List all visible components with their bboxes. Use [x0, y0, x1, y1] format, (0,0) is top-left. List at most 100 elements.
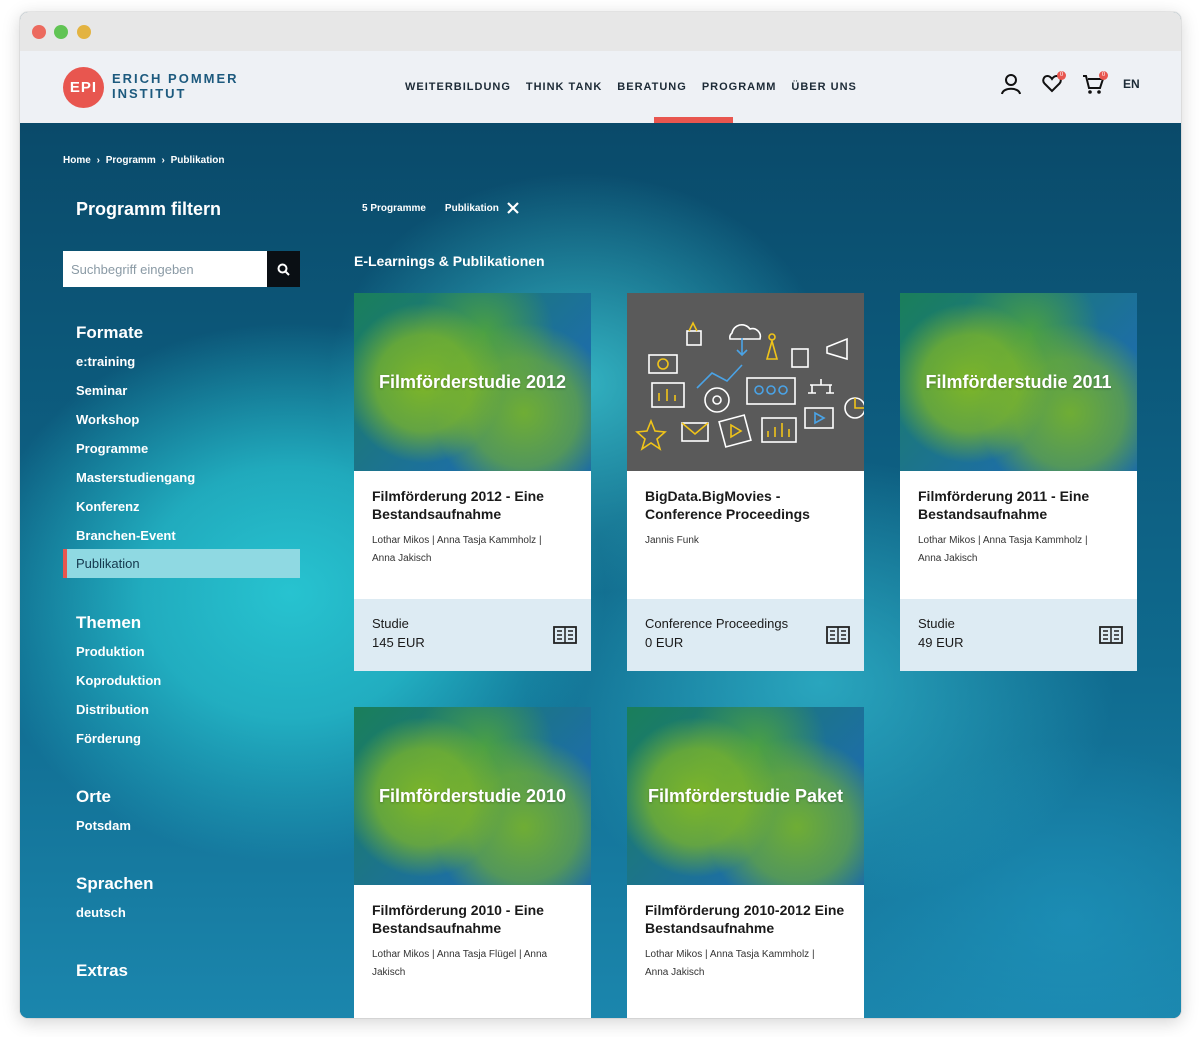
- card-title[interactable]: Filmförderung 2011 - Eine Bestandsaufnahm…: [918, 487, 1119, 523]
- minimize-window-button[interactable]: [77, 25, 91, 39]
- section-title: E-Learnings & Publikationen: [354, 253, 545, 269]
- card-title-line: Filmförderung 2011 - Eine: [918, 488, 1090, 504]
- product-card[interactable]: Filmförderstudie 2012 Filmförderung 2012…: [354, 293, 591, 671]
- card-body: Filmförderung 2011 - Eine Bestandsaufnahm…: [900, 471, 1137, 599]
- card-image[interactable]: [627, 293, 864, 471]
- filter-koproduktion[interactable]: Koproduktion: [76, 673, 161, 688]
- filter-deutsch[interactable]: deutsch: [76, 905, 126, 920]
- card-image[interactable]: Filmförderstudie Paket: [627, 707, 864, 885]
- card-image-title: Filmförderstudie 2011: [925, 371, 1112, 392]
- card-title[interactable]: Filmförderung 2012 - Eine Bestandsaufnahm…: [372, 487, 573, 523]
- logo-line1: ERICH POMMER: [112, 71, 239, 86]
- card-authors-line: Lothar Mikos | Anna Tasja Kammholz |: [918, 535, 1088, 546]
- filter-foerderung[interactable]: Förderung: [76, 731, 141, 746]
- card-authors-line: Lothar Mikos | Anna Tasja Kammholz |: [645, 949, 815, 960]
- card-authors-line: Jakisch: [372, 967, 406, 978]
- filter-potsdam[interactable]: Potsdam: [76, 818, 131, 833]
- card-footer: Studie 145 EUR: [354, 599, 591, 671]
- sprachen-title: Sprachen: [76, 874, 154, 893]
- filter-produktion[interactable]: Produktion: [76, 644, 145, 659]
- card-image[interactable]: Filmförderstudie 2011: [900, 293, 1137, 471]
- search-icon: [277, 263, 290, 276]
- filter-branchen-event[interactable]: Branchen-Event: [76, 528, 176, 543]
- filter-programme[interactable]: Programme: [76, 441, 148, 456]
- card-title-line: Filmförderung 2012 - Eine: [372, 488, 544, 504]
- themen-title: Themen: [76, 613, 142, 632]
- card-image[interactable]: Filmförderstudie 2010: [354, 707, 591, 885]
- filter-distribution[interactable]: Distribution: [76, 702, 149, 717]
- card-authors: Lothar Mikos | Anna Tasja Kammholz | Anna…: [372, 532, 573, 568]
- card-authors-line: Lothar Mikos | Anna Tasja Kammholz |: [372, 535, 542, 546]
- card-body: Filmförderung 2010 - Eine Bestandsaufnahm…: [354, 885, 591, 1013]
- filter-workshop[interactable]: Workshop: [76, 412, 139, 427]
- card-image[interactable]: Filmförderstudie 2012: [354, 293, 591, 471]
- search-button[interactable]: [267, 251, 300, 287]
- card-title[interactable]: BigData.BigMovies - Conference Proceeding…: [645, 487, 846, 523]
- card-title-line: Conference Proceedings: [645, 506, 810, 522]
- card-title-line: Bestandsaufnahme: [372, 920, 502, 936]
- nav-beratung[interactable]: BERATUNG: [617, 81, 687, 93]
- card-body: Filmförderung 2012 - Eine Bestandsaufnahm…: [354, 471, 591, 599]
- filter-publikation[interactable]: Publikation: [63, 549, 300, 578]
- filter-e-training[interactable]: e:training: [76, 354, 135, 369]
- result-count: 5 Programme: [362, 202, 426, 214]
- product-card[interactable]: BigData.BigMovies - Conference Proceeding…: [627, 293, 864, 671]
- browser-window: EPI ERICH POMMER INSTITUT WEITERBILDUNG …: [20, 12, 1181, 1018]
- book-icon: [553, 626, 577, 644]
- orte-title: Orte: [76, 787, 111, 806]
- filter-seminar[interactable]: Seminar: [76, 383, 127, 398]
- nav-ueber-uns[interactable]: ÜBER UNS: [791, 81, 856, 93]
- card-type: Conference Proceedings: [645, 616, 789, 631]
- card-image-title: Filmförderstudie 2010: [378, 785, 567, 806]
- main-nav: WEITERBILDUNG THINK TANK BERATUNG PROGRA…: [405, 81, 872, 93]
- nav-weiterbildung[interactable]: WEITERBILDUNG: [405, 81, 511, 93]
- card-authors: Jannis Funk: [645, 532, 846, 550]
- filter-masterstudiengang[interactable]: Masterstudiengang: [76, 470, 195, 485]
- card-authors: Lothar Mikos | Anna Tasja Kammholz | Anna…: [645, 946, 846, 982]
- breadcrumb-separator: ›: [96, 155, 100, 166]
- card-price: 49 EUR: [918, 635, 964, 650]
- zoom-window-button[interactable]: [54, 25, 68, 39]
- product-card[interactable]: Filmförderstudie 2010 Filmförderung 2010…: [354, 707, 591, 1018]
- breadcrumb: Home › Programm › Publikation: [63, 155, 228, 166]
- nav-programm[interactable]: PROGRAMM: [702, 81, 777, 93]
- close-window-button[interactable]: [32, 25, 46, 39]
- card-authors-line: Anna Jakisch: [372, 553, 432, 564]
- card-price: 0 EUR: [645, 635, 684, 650]
- card-authors: Lothar Mikos | Anna Tasja Kammholz | Anna…: [918, 532, 1119, 568]
- user-icon[interactable]: [1001, 73, 1021, 100]
- wishlist-badge: 0: [1057, 71, 1066, 80]
- card-title[interactable]: Filmförderung 2010-2012 Eine Bestandsaufn…: [645, 901, 846, 937]
- card-type: Studie: [918, 616, 955, 631]
- card-title-line: Bestandsaufnahme: [918, 506, 1048, 522]
- filter-konferenz[interactable]: Konferenz: [76, 499, 140, 514]
- active-filters: 5 Programme Publikation: [362, 202, 519, 214]
- card-title[interactable]: Filmförderung 2010 - Eine Bestandsaufnahm…: [372, 901, 573, 937]
- active-filter-chip: Publikation: [444, 202, 499, 214]
- language-switch[interactable]: EN: [1123, 77, 1140, 91]
- remove-filter-icon[interactable]: [507, 202, 519, 214]
- filter-title: Programm filtern: [76, 199, 222, 219]
- product-card[interactable]: Filmförderstudie Paket Filmförderung 201…: [627, 707, 864, 1018]
- search-input[interactable]: [63, 251, 275, 287]
- card-authors-line: Anna Jakisch: [918, 553, 978, 564]
- breadcrumb-programm[interactable]: Programm: [106, 155, 156, 166]
- card-authors: Lothar Mikos | Anna Tasja Flügel | Anna J…: [372, 946, 573, 982]
- site-header: EPI ERICH POMMER INSTITUT WEITERBILDUNG …: [20, 51, 1181, 123]
- logo-line2: INSTITUT: [112, 86, 187, 101]
- extras-title[interactable]: Extras: [76, 961, 128, 981]
- cart-icon[interactable]: 0: [1082, 71, 1108, 100]
- card-title-line: Bestandsaufnahme: [372, 506, 502, 522]
- card-title-line: Filmförderung 2010-2012 Eine: [645, 902, 845, 918]
- wishlist-icon[interactable]: 0: [1042, 71, 1066, 98]
- card-title-line: Bestandsaufnahme: [645, 920, 775, 936]
- card-title-line: Filmförderung 2010 - Eine: [372, 902, 544, 918]
- breadcrumb-publikation: Publikation: [170, 155, 225, 166]
- logo-mark[interactable]: EPI: [63, 67, 104, 108]
- card-authors-line: Lothar Mikos | Anna Tasja Flügel | Anna: [372, 949, 548, 960]
- nav-think-tank[interactable]: THINK TANK: [526, 81, 602, 93]
- card-image-title: Filmförderstudie Paket: [647, 785, 844, 806]
- product-card[interactable]: Filmförderstudie 2011 Filmförderung 2011…: [900, 293, 1137, 671]
- logo-text[interactable]: ERICH POMMER INSTITUT: [112, 71, 239, 101]
- breadcrumb-home[interactable]: Home: [63, 155, 91, 166]
